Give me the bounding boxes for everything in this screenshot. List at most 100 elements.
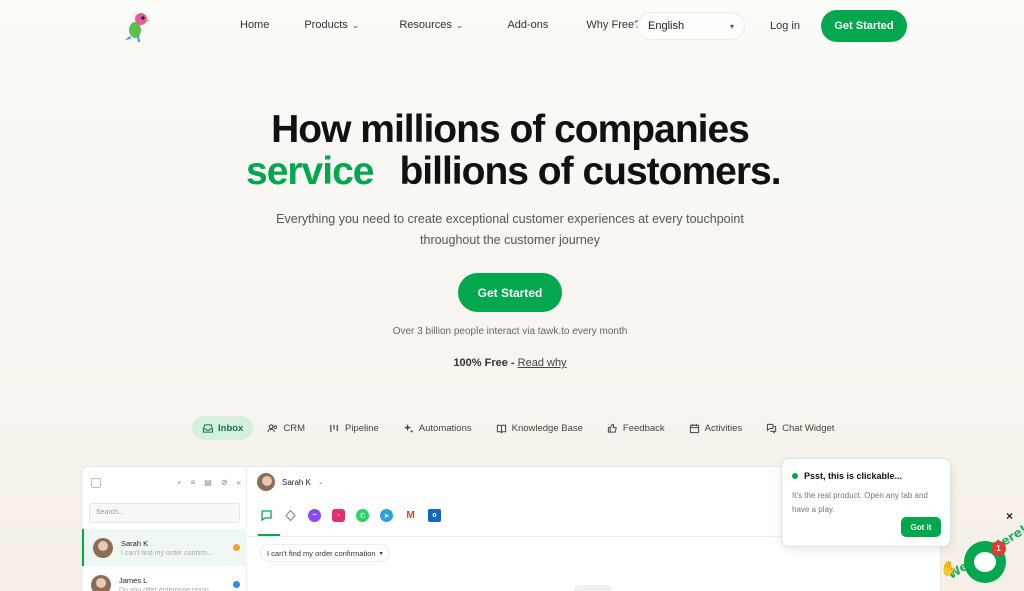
conversation-text: James L Do you offer enterprise pricin... <box>119 576 229 591</box>
conversation-header: Sarah K ⌄ <box>257 473 324 491</box>
users-icon <box>267 423 278 432</box>
unread-badge: 1 <box>991 541 1006 556</box>
tab-pipeline[interactable]: Pipeline <box>319 416 389 440</box>
nav-item-label: Resources <box>399 19 452 31</box>
status-dot-icon <box>233 544 240 551</box>
tab-knowledge-base[interactable]: Knowledge Base <box>486 416 593 440</box>
hero-highlight-word: service <box>246 150 374 193</box>
conversation-name: James L <box>119 575 148 585</box>
got-it-button[interactable]: Got it <box>901 517 941 537</box>
popup-title: Psst, this is clickable... <box>792 471 902 481</box>
conversation-preview: I can't find my order confirm... <box>121 549 213 557</box>
archive-icon[interactable]: ▤ <box>204 478 212 488</box>
conversation-subject-select[interactable]: I can't find my order confirmation ▾ <box>260 544 390 562</box>
conversation-sidebar: ⌕ ≡ ▤ ⊘ « Search... Sarah KI can't find … <box>82 467 247 591</box>
avatar <box>91 574 111 591</box>
tab-label: Chat Widget <box>782 422 835 434</box>
collapse-icon[interactable]: « <box>237 478 241 488</box>
hero-subtitle: Everything you need to create exceptiona… <box>276 212 744 247</box>
date-pill <box>574 585 612 591</box>
chevron-down-icon: ▾ <box>379 550 383 557</box>
nav-get-started-button[interactable]: Get Started <box>821 10 907 42</box>
channel-icons: ~ ◦ ✆ ➤ M o <box>260 509 441 522</box>
conversation-text: Sarah KI can't find my order confirm... <box>121 539 231 557</box>
chat-icon <box>767 423 777 434</box>
usage-stat: Over 3 billion people interact via tawk.… <box>392 326 628 337</box>
conversation-search-input[interactable]: Search... <box>89 503 240 523</box>
inbox-icon <box>202 423 213 433</box>
clickable-hint-popup: Psst, this is clickable... It's the real… <box>781 458 951 547</box>
status-dot-icon <box>233 581 240 588</box>
tab-label: Pipeline <box>344 422 379 434</box>
free-label: 100% Free - <box>453 357 518 369</box>
nav-item-products[interactable]: Products ⌄ <box>304 19 359 31</box>
gmail-icon[interactable]: M <box>404 509 417 522</box>
popup-text: It's the real product. Open any tab and … <box>792 491 928 514</box>
conversation-item[interactable]: Sarah KI can't find my order confirm... <box>82 529 247 566</box>
contact-avatar <box>257 473 275 491</box>
nav-item-resources[interactable]: Resources ⌄ <box>399 19 463 31</box>
subject-text: I can't find my order confirmation <box>267 548 376 558</box>
nav-item-why-free[interactable]: Why Free? <box>586 19 640 31</box>
hero-get-started-button[interactable]: Get Started <box>458 273 562 312</box>
chevron-down-icon: ⌄ <box>351 19 360 30</box>
tab-label: Knowledge Base <box>511 422 583 434</box>
tab-label: Inbox <box>218 422 244 434</box>
conversation-preview: Do you offer enterprise pricin... <box>119 586 215 591</box>
outlook-icon[interactable]: o <box>428 509 441 522</box>
chevron-down-icon[interactable]: ⌄ <box>318 478 324 486</box>
avatar <box>93 537 113 558</box>
tab-automations[interactable]: Automations <box>393 416 482 440</box>
tab-chat-widget[interactable]: Chat Widget <box>756 416 844 440</box>
waving-hand-icon: ✋ <box>940 560 958 576</box>
messenger-icon[interactable]: ~ <box>308 509 321 522</box>
tab-feedback[interactable]: Feedback <box>597 416 675 440</box>
conversation-item[interactable]: James L Do you offer enterprise pricin... <box>82 566 247 591</box>
tab-label: Activities <box>704 422 743 434</box>
product-tabs: Inbox CRM Pipeline Automations Knowledge Bas… <box>192 416 844 440</box>
nav-item-label: Why Free? <box>586 19 641 31</box>
nav-item-label: Add-ons <box>507 19 549 31</box>
search-icon[interactable]: ⌕ <box>177 478 181 488</box>
sparkle-icon <box>403 423 414 433</box>
nav-links: Home Products ⌄ Resources ⌄ Add-ons Why Free? <box>240 19 640 31</box>
contact-name[interactable]: Sarah K <box>282 478 311 487</box>
tab-inbox[interactable]: Inbox <box>192 416 254 440</box>
language-value: English <box>648 20 685 32</box>
tawk-parrot-logo-icon[interactable] <box>120 9 154 43</box>
nav-item-label: Home <box>240 19 270 31</box>
pipeline-icon <box>330 424 338 432</box>
popup-title-text: Psst, this is clickable... <box>804 471 903 481</box>
filter-icon[interactable]: ≡ <box>191 478 196 488</box>
thumbs-up-icon <box>607 423 617 433</box>
tab-label: CRM <box>283 422 305 434</box>
login-link[interactable]: Log in <box>770 20 800 32</box>
tab-activities[interactable]: Activities <box>679 416 752 440</box>
top-nav: Home Products ⌄ Resources ⌄ Add-ons Why Free? … <box>0 0 1024 52</box>
hero-title-line2-rest: billions of customers. <box>399 150 781 193</box>
nav-item-label: Products <box>304 19 348 31</box>
select-all-checkbox[interactable] <box>91 478 101 488</box>
telegram-icon[interactable]: ➤ <box>380 509 393 522</box>
chat-icon[interactable] <box>260 509 273 522</box>
sidebar-toolbar: ⌕ ≡ ▤ ⊘ « <box>91 476 241 490</box>
status-dot-icon <box>792 473 798 479</box>
chevron-down-icon: ⌄ <box>455 19 464 30</box>
language-select[interactable]: English ▾ <box>637 12 745 40</box>
conversation-name: Sarah K <box>121 538 149 548</box>
instagram-icon[interactable]: ◦ <box>332 509 345 522</box>
chat-bubble-icon <box>974 552 996 572</box>
tab-crm[interactable]: CRM <box>257 416 315 440</box>
nav-item-add-ons[interactable]: Add-ons <box>507 19 548 31</box>
unassigned-icon[interactable]: ⊘ <box>221 478 228 488</box>
hero-title-line2: service billions of customers. <box>246 150 782 194</box>
read-why-link[interactable]: Read why <box>518 357 567 369</box>
hero-title-line1: How millions of companies <box>271 108 750 151</box>
whatsapp-icon[interactable]: ✆ <box>356 509 369 522</box>
book-icon <box>496 424 506 433</box>
webhook-icon[interactable] <box>284 509 297 522</box>
nav-item-home[interactable]: Home <box>240 19 269 31</box>
close-icon[interactable]: × <box>1006 509 1013 523</box>
calendar-icon <box>689 423 699 433</box>
tab-label: Feedback <box>622 422 665 434</box>
